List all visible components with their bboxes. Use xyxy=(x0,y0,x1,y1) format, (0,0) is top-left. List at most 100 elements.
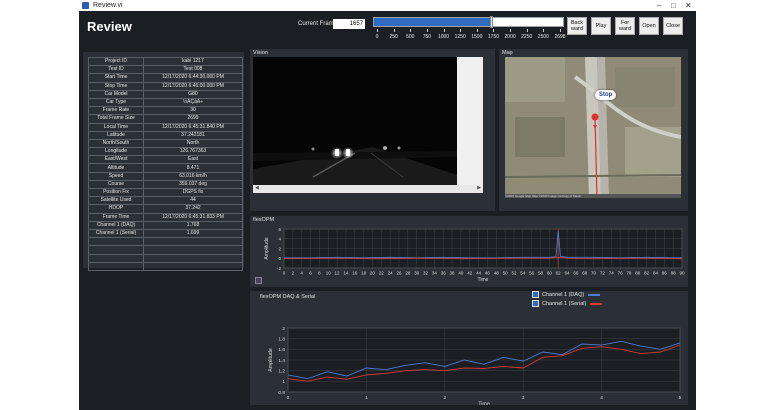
satellite-map[interactable]: Stop ©2020 Google Map data ©2020 Image c… xyxy=(505,57,681,198)
close-window-icon[interactable]: ✕ xyxy=(685,0,692,11)
info-field-name: Position Fix xyxy=(88,187,144,198)
y-tick-label: 1.6 xyxy=(278,347,285,353)
scroll-left-icon[interactable]: ◀ xyxy=(255,185,259,191)
vision-viewport: ◀ ▶ xyxy=(253,57,483,193)
y-tick-label: 6 xyxy=(278,227,281,232)
legend-item-daq[interactable]: Channel 1 (DAQ) xyxy=(532,290,602,299)
y-axis-label: Amplitude xyxy=(268,348,274,372)
y-tick-label: 1.8 xyxy=(278,336,285,342)
info-row xyxy=(88,261,243,271)
current-frame-input[interactable]: 1657 xyxy=(333,19,365,29)
info-field-value: East xyxy=(143,155,243,165)
info-row: North/South North xyxy=(88,138,243,149)
info-row: HDOP 37.242 xyxy=(88,204,243,214)
info-row: Frame Rate 30 xyxy=(88,106,243,116)
x-tick-label: 80 xyxy=(635,271,641,276)
slider-tick xyxy=(393,29,395,32)
x-tick-label: 5 xyxy=(679,395,682,401)
info-field-name: Channel 1 (DAQ) xyxy=(88,220,144,230)
info-row: Car Type ½ÂÇàÂ÷ xyxy=(88,97,243,108)
info-field-name: Total Frame Size xyxy=(88,114,144,124)
current-frame-label: Current Frame xyxy=(298,21,338,27)
info-field-name: Car Type xyxy=(88,97,144,108)
info-row: Position Fix DGPS fix xyxy=(88,187,243,198)
y-tick-label: 1 xyxy=(282,379,285,385)
legend-item-serial[interactable]: Channel 1 (Serial) xyxy=(532,299,603,308)
slider-tick xyxy=(476,29,478,32)
info-row: Stop Time 12/17/2020 6:46:00.000 PM xyxy=(88,81,243,91)
x-tick-label: 58 xyxy=(538,271,544,276)
info-field-name xyxy=(88,261,144,271)
frame-slider[interactable] xyxy=(373,16,564,28)
page-title: Review xyxy=(87,19,132,34)
vision-panel: Vision ◀ ▶ xyxy=(250,49,495,211)
info-field-value: 30 xyxy=(143,106,243,116)
slider-tick xyxy=(510,29,512,32)
y-tick-label: 2 xyxy=(278,246,281,251)
info-row: Total Frame Size 2699 xyxy=(88,114,243,124)
slider-tick xyxy=(560,29,561,32)
info-field-name: Channel 1 (Serial) xyxy=(88,228,144,239)
x-tick-label: 1 xyxy=(365,395,368,401)
x-axis-label: Time xyxy=(478,277,489,283)
map-panel: Map Stop ©2020 Google Map data ©2020 Ima… xyxy=(499,49,688,211)
x-tick-label: 90 xyxy=(679,271,685,276)
x-tick-label: 30 xyxy=(414,271,420,276)
frame-slider-thumb[interactable] xyxy=(490,16,494,28)
y-tick-label: 0 xyxy=(278,256,281,261)
legend-checkbox-daq[interactable] xyxy=(532,291,539,298)
slider-tick-label: 2000 xyxy=(504,34,516,40)
slider-tick-label: 2698 xyxy=(554,34,566,40)
info-field-name: Speed xyxy=(88,171,144,181)
info-field-name: Car Model xyxy=(88,89,144,99)
info-field-value xyxy=(143,253,243,263)
vision-vertical-scrollbar[interactable] xyxy=(457,57,483,185)
info-field-value: G80 xyxy=(143,89,243,99)
info-field-value: 12/17/2020 6:46:00.000 PM xyxy=(143,81,243,91)
scroll-right-icon[interactable]: ▶ xyxy=(477,185,481,191)
map-marker-label: Stop xyxy=(595,90,617,100)
y-tick-label: 4 xyxy=(278,237,281,242)
x-tick-label: 8 xyxy=(318,271,321,276)
x-tick-label: 26 xyxy=(396,271,402,276)
app-window: Review Current Frame 1657 0 250 500 750 1000… xyxy=(79,11,696,410)
slider-tick xyxy=(543,29,545,32)
y-tick-label: 1.2 xyxy=(278,368,285,374)
forward-button[interactable]: For ward xyxy=(615,17,635,35)
legend-checkbox-serial[interactable] xyxy=(532,300,539,307)
x-tick-label: 62 xyxy=(556,271,562,276)
info-field-value: kabi 1217 xyxy=(143,56,243,67)
vision-horizontal-scrollbar[interactable]: ◀ ▶ xyxy=(253,185,483,193)
info-field-name: Test ID xyxy=(88,65,144,75)
maximize-icon[interactable]: □ xyxy=(671,0,676,11)
window-title: Review.vi xyxy=(93,2,123,9)
info-row: Satellite Used 44 xyxy=(88,196,243,206)
info-row: Channel 1 (DAQ) 1.768 xyxy=(88,220,243,230)
info-row: Local Time 12/17/2020 6:45:31.840 PM xyxy=(88,122,243,132)
x-tick-label: 2 xyxy=(292,271,295,276)
x-tick-label: 82 xyxy=(644,271,650,276)
slider-tick-label: 500 xyxy=(406,34,415,40)
info-field-value: ½ÂÇàÂ÷ xyxy=(143,97,243,108)
info-row: Start Time 12/17/2020 6:44:30.000 PM xyxy=(88,73,243,83)
x-tick-label: 88 xyxy=(671,271,677,276)
x-tick-label: 68 xyxy=(582,271,588,276)
close-button[interactable]: Close xyxy=(663,17,683,35)
flexopm-chart-panel: flexOPM -2 0 2 4 6 0 2 4 6 8 10 12 14 16 18 20 22 24 26 28 3… xyxy=(250,216,688,287)
x-tick-label: 40 xyxy=(458,271,464,276)
slider-tick-label: 1250 xyxy=(454,34,466,40)
x-tick-label: 10 xyxy=(326,271,332,276)
play-button[interactable]: Play xyxy=(591,17,611,35)
x-tick-label: 28 xyxy=(405,271,411,276)
open-button[interactable]: Open xyxy=(639,17,659,35)
legend-swatch-serial xyxy=(590,302,603,305)
backward-button[interactable]: Back ward xyxy=(567,17,587,35)
minimize-icon[interactable]: – xyxy=(657,0,661,11)
slider-tick-label: 2250 xyxy=(521,34,533,40)
x-tick-label: 3 xyxy=(522,395,525,401)
chart-zoom-icon[interactable] xyxy=(255,277,262,284)
map-attribution: ©2020 Google Map data ©2020 Image courte… xyxy=(505,194,681,198)
info-panel: Project ID kabi 1217 Test ID Test 008 Start … xyxy=(83,52,244,271)
info-field-name xyxy=(88,253,144,263)
slider-tick-label: 250 xyxy=(389,34,398,40)
